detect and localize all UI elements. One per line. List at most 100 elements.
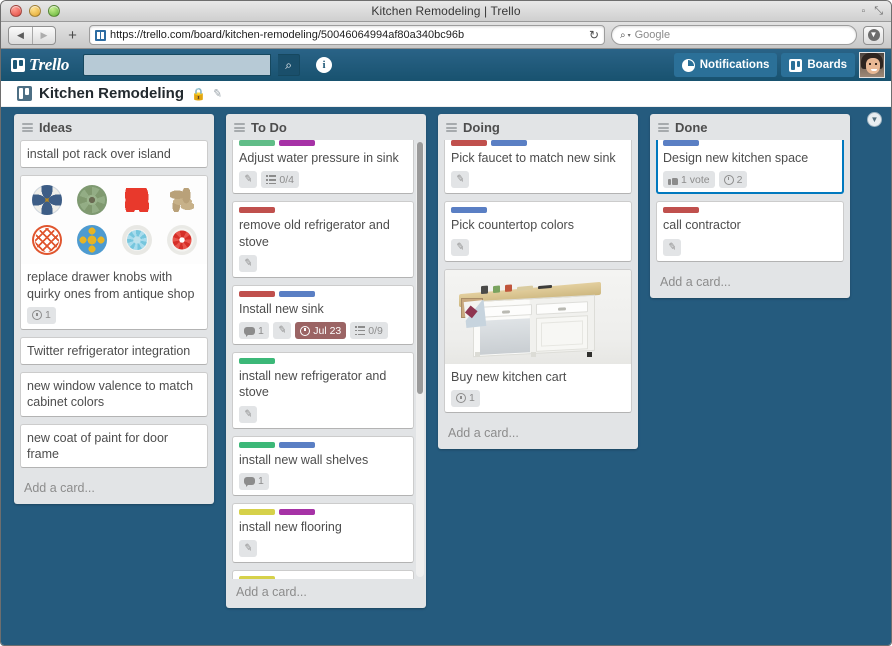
card[interactable]: Install new sink 1 ✎ Jul 23 0/9 — [232, 284, 414, 345]
notifications-icon — [681, 58, 695, 72]
knob-6 — [70, 222, 113, 258]
card[interactable]: Buy new kitchen cart 1 — [444, 268, 632, 413]
knob-shape-6 — [76, 225, 107, 256]
card-badges: ✎ — [663, 238, 837, 256]
avatar-eye-right — [875, 63, 877, 65]
add-card-button[interactable]: Add a card... — [650, 269, 850, 298]
card[interactable]: Twitter refrigerator integration — [20, 336, 208, 365]
header-search-button[interactable]: ⌕ — [278, 54, 301, 76]
cart-towel — [463, 299, 487, 328]
card[interactable]: install pot rack over island — [20, 140, 208, 169]
edit-icon: ✎ — [455, 240, 466, 254]
list-header[interactable]: Doing — [438, 114, 638, 140]
fullscreen-icon[interactable]: ⤡ — [874, 5, 883, 18]
badge-checklist: 0/9 — [350, 322, 388, 339]
list-scrollbar[interactable] — [416, 142, 424, 577]
minimize-window-button[interactable] — [29, 5, 41, 17]
zoom-window-button[interactable] — [48, 5, 60, 17]
card-label-1[interactable] — [451, 140, 487, 146]
list-title: To Do — [251, 120, 287, 135]
back-button[interactable]: ◀ — [9, 27, 32, 44]
card-title: Buy new kitchen cart — [451, 369, 567, 384]
card[interactable]: remove old refrigerator and stove ✎ — [232, 201, 414, 278]
add-card-button[interactable]: Add a card... — [438, 420, 638, 449]
notifications-button[interactable]: Notifications — [673, 53, 778, 77]
list-menu-icon[interactable] — [234, 123, 245, 132]
card-title: replace drawer knobs with quirky ones fr… — [27, 270, 195, 301]
browser-toolbar: ◀ ▶ + https://trello.com/board/kitchen-r… — [1, 22, 891, 49]
cart-legs — [475, 351, 593, 357]
address-bar[interactable]: https://trello.com/board/kitchen-remodel… — [89, 25, 605, 45]
scrollbar-thumb[interactable] — [417, 142, 423, 395]
info-icon[interactable]: i — [316, 57, 333, 73]
search-placeholder: Google — [634, 29, 671, 41]
list-header[interactable]: To Do — [226, 114, 426, 140]
list-to-do: To Do Adjust water pressure in sink ✎ 0/4 re… — [226, 114, 426, 608]
card-label-2[interactable] — [491, 140, 527, 146]
list-menu-icon[interactable] — [446, 123, 457, 132]
card[interactable]: Pick faucet to match new sink ✎ — [444, 140, 632, 195]
add-card-button[interactable]: Add a card... — [226, 579, 426, 608]
card-label-1[interactable] — [239, 508, 275, 515]
card[interactable]: replace drawer knobs with quirky ones fr… — [20, 175, 208, 330]
forward-button[interactable]: ▶ — [32, 26, 55, 44]
card[interactable]: install new wall shelves 1 — [232, 435, 414, 496]
list-header[interactable]: Ideas — [14, 114, 214, 140]
page-content: Trello ⌕ i Notifications Boards Kitchen … — [1, 49, 891, 645]
private-board-icon[interactable]: 🔒 — [191, 87, 206, 101]
new-tab-button[interactable]: + — [62, 26, 83, 45]
edit-board-icon[interactable]: ✎ — [212, 86, 223, 100]
trello-logo[interactable]: Trello — [11, 55, 69, 75]
downloads-button[interactable]: ▼ — [863, 25, 884, 45]
close-window-button[interactable] — [10, 5, 22, 17]
card[interactable]: Adjust water pressure in sink ✎ 0/4 — [232, 140, 414, 195]
card-label-1[interactable] — [663, 140, 699, 146]
description-icon — [32, 310, 42, 321]
boards-button[interactable]: Boards — [781, 53, 855, 77]
card-label-1[interactable] — [239, 576, 275, 579]
badge-text: 1 — [469, 392, 475, 405]
list-title: Ideas — [39, 120, 73, 135]
card[interactable]: install new flooring ✎ — [232, 502, 414, 563]
add-card-button[interactable]: Add a card... — [14, 475, 214, 504]
knob-4 — [160, 182, 203, 218]
card-label-1[interactable] — [239, 140, 275, 146]
card-label-1[interactable] — [663, 207, 699, 214]
card[interactable]: call contractor ✎ — [656, 201, 844, 262]
card[interactable]: install new refrigerator and stove ✎ — [232, 352, 414, 429]
reload-icon[interactable]: ↻ — [589, 28, 599, 42]
list-header[interactable]: Done — [650, 114, 850, 140]
card-label-2[interactable] — [279, 508, 315, 515]
card-label-1[interactable] — [239, 207, 275, 214]
card-label-2[interactable] — [279, 441, 315, 448]
avatar[interactable] — [859, 52, 885, 78]
card[interactable]: new coat of paint for door frame — [20, 423, 208, 468]
comment-icon — [244, 477, 255, 488]
page-title: Kitchen Remodeling — [39, 85, 185, 102]
card-label-1[interactable] — [239, 290, 275, 297]
board-icon — [17, 86, 32, 101]
list-menu-icon[interactable] — [658, 123, 669, 132]
search-field[interactable]: ⌕ ▾ Google — [611, 25, 857, 45]
card-label-1[interactable] — [451, 207, 487, 214]
card[interactable]: Design new kitchen space 1 vote 2 — [656, 140, 844, 195]
checklist-icon — [266, 175, 277, 185]
list-title: Doing — [463, 120, 500, 135]
card-label-2[interactable] — [279, 140, 315, 146]
card-label-2[interactable] — [279, 290, 315, 297]
card-label-1[interactable] — [239, 441, 275, 448]
header-search-input[interactable] — [83, 54, 272, 76]
list-menu-icon[interactable] — [22, 123, 33, 132]
badge-text: 0/4 — [279, 173, 294, 186]
card[interactable]: Buy paint for cabinets✎ — [232, 570, 414, 579]
card[interactable]: Pick countertop colors ✎ — [444, 201, 632, 262]
card-title: Adjust water pressure in sink — [239, 151, 399, 165]
card-title: install new refrigerator and stove — [239, 369, 387, 400]
sidebar-toggle-button[interactable]: ▼ — [867, 112, 882, 127]
card-labels — [239, 576, 407, 579]
card-label-1[interactable] — [239, 358, 275, 364]
badge-comment: 1 — [239, 322, 269, 339]
trello-logo-icon — [11, 58, 25, 72]
card[interactable]: new window valence to match cabinet colo… — [20, 372, 208, 417]
edit-icon: ✎ — [243, 257, 254, 270]
